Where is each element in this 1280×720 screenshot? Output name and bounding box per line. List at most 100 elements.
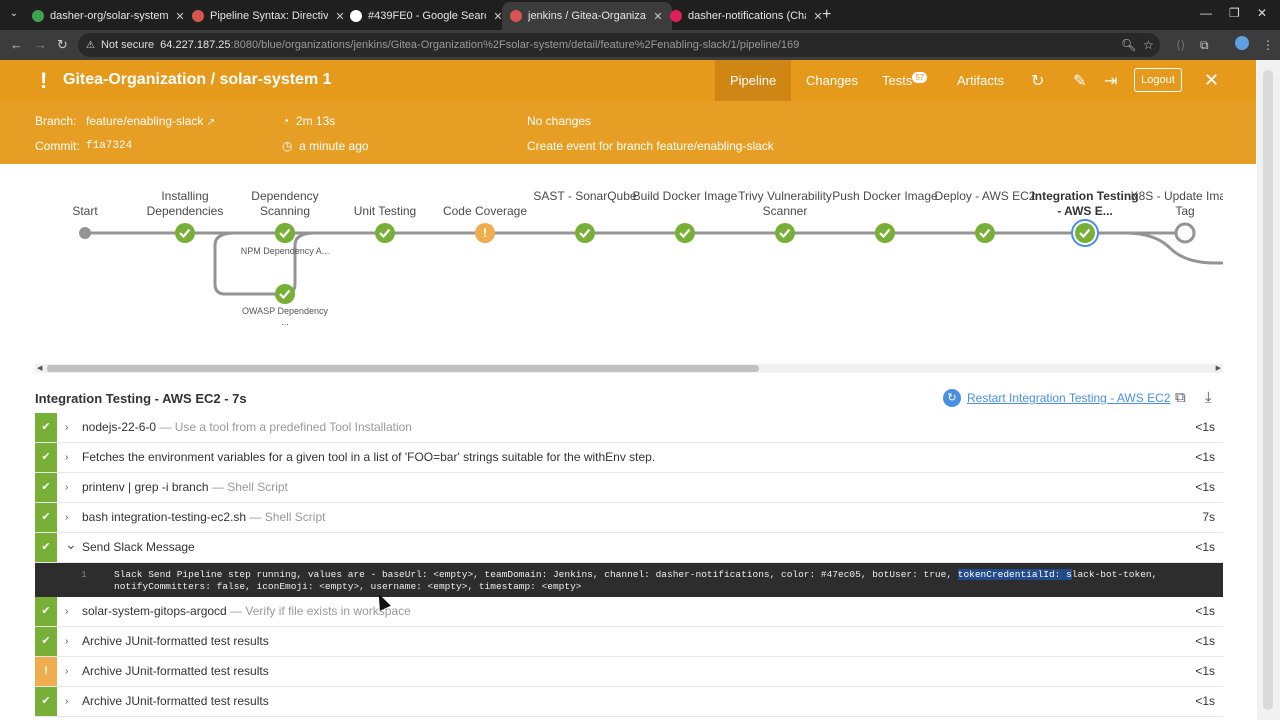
- step-name: bash integration-testing-ec2.sh — Shell …: [82, 503, 325, 532]
- edit-pencil-icon[interactable]: ✎: [1073, 71, 1086, 91]
- chevron-right-icon[interactable]: ›: [65, 657, 68, 686]
- stage-label[interactable]: Code Coverage: [430, 204, 540, 219]
- new-tab-button[interactable]: +: [822, 6, 831, 24]
- started: ◷ a minute ago: [282, 139, 369, 153]
- step-row[interactable]: ✔ › printenv | grep -i branch — Shell Scri…: [35, 473, 1223, 503]
- browser-tab[interactable]: #439FE0 - Google Search ✕: [342, 2, 512, 30]
- page-scrollbar-thumb[interactable]: [1263, 70, 1273, 710]
- branch-link[interactable]: feature/enabling-slack ↗: [86, 114, 215, 128]
- parallel-branch-label[interactable]: NPM Dependency A...: [240, 246, 330, 257]
- tests-count-badge: 57: [912, 72, 928, 83]
- run-header-top: ! Gitea-Organization / solar-system 1 Pi…: [0, 60, 1256, 101]
- stage-label[interactable]: Deploy - AWS EC2: [930, 189, 1040, 204]
- tab-tests[interactable]: Tests 57: [867, 60, 942, 101]
- step-row[interactable]: ✔ › Archive JUnit-formatted test results <1…: [35, 627, 1223, 657]
- zoom-icon[interactable]: 🔍︎: [1121, 38, 1136, 52]
- stage-label[interactable]: Unit Testing: [330, 204, 440, 219]
- step-row[interactable]: ✔ › Archive JUnit-formatted test results <1…: [35, 687, 1223, 717]
- page-scrollbar[interactable]: [1257, 60, 1280, 720]
- step-success-check-icon: ✔: [35, 473, 57, 502]
- log-selected-text: tokenCredentialId: s: [957, 569, 1072, 580]
- stage-label[interactable]: Build Docker Image: [630, 189, 740, 204]
- chevron-right-icon[interactable]: ›: [65, 443, 68, 472]
- stage-label[interactable]: Push Docker Image: [830, 189, 940, 204]
- bookmark-star-icon[interactable]: ☆: [1143, 38, 1154, 52]
- step-title: bash integration-testing-ec2.sh: [82, 510, 247, 524]
- graph-scrollbar[interactable]: ◀ ▶: [35, 364, 1223, 373]
- step-log-output: 1 Slack Send Pipeline step running, value…: [35, 563, 1223, 597]
- stage-node: [675, 223, 695, 243]
- step-row[interactable]: ✔ › nodejs-22-6-0 — Use a tool from a pred…: [35, 413, 1223, 443]
- step-unstable-warning-icon: !: [35, 657, 57, 686]
- stage-label[interactable]: Start: [35, 204, 140, 219]
- stage-label[interactable]: Trivy Vulnerability Scanner: [730, 189, 840, 219]
- profile-avatar[interactable]: [1235, 36, 1249, 50]
- restart-stage-link[interactable]: ↻ Restart Integration Testing - AWS EC2: [943, 389, 1170, 407]
- step-title: Archive JUnit-formatted test results: [82, 634, 269, 648]
- close-icon[interactable]: ✕: [1204, 70, 1219, 91]
- tab-pipeline[interactable]: Pipeline: [715, 60, 792, 101]
- not-secure-icon: ⚠: [86, 39, 95, 51]
- back-icon[interactable]: ←: [10, 37, 23, 52]
- forward-icon[interactable]: →: [34, 37, 47, 52]
- step-title: Archive JUnit-formatted test results: [82, 694, 269, 708]
- stage-label[interactable]: K8S - Update Image Tag: [1130, 189, 1223, 219]
- tab-changes[interactable]: Changes: [791, 60, 873, 101]
- tab-search-icon[interactable]: ⌄: [6, 6, 22, 22]
- stage-label[interactable]: Installing Dependencies: [130, 189, 240, 219]
- step-row[interactable]: ✔ › Fetches the environment variables for …: [35, 443, 1223, 473]
- stage-label[interactable]: SAST - SonarQube: [530, 189, 640, 204]
- tab-favicon-icon: [670, 10, 682, 22]
- graph-scrollbar-thumb[interactable]: [47, 365, 759, 372]
- step-name: Fetches the environment variables for a …: [82, 443, 655, 472]
- browser-tab[interactable]: jenkins / Gitea-Organization/so✕: [502, 2, 672, 30]
- chevron-right-icon[interactable]: ›: [65, 597, 68, 626]
- chevron-right-icon[interactable]: ›: [65, 473, 68, 502]
- classic-view-icon[interactable]: ⇥: [1104, 71, 1117, 91]
- restart-stage-label: Restart Integration Testing - AWS EC2: [967, 391, 1171, 405]
- parallel-branch-label[interactable]: OWASP Dependency ...: [240, 306, 330, 328]
- log-line-1: Slack Send Pipeline step running, values…: [114, 569, 958, 580]
- step-duration: <1s: [1195, 420, 1215, 434]
- logout-button[interactable]: Logout: [1134, 68, 1182, 92]
- url-field[interactable]: ⚠ Not secure 64.227.187.25:8080/blue/org…: [78, 33, 1160, 57]
- minimize-icon[interactable]: —: [1200, 6, 1212, 20]
- stage-node: [875, 223, 895, 243]
- close-window-icon[interactable]: ✕: [1257, 6, 1267, 20]
- step-row[interactable]: ! › Archive JUnit-formatted test results <1…: [35, 657, 1223, 687]
- extensions-puzzle-icon[interactable]: ⧉: [1200, 38, 1209, 53]
- browser-tab[interactable]: Pipeline Syntax: Directive Gene✕: [184, 2, 354, 30]
- step-row[interactable]: ✔ › bash integration-testing-ec2.sh — Shel…: [35, 503, 1223, 533]
- scroll-left-icon[interactable]: ◀: [37, 364, 42, 373]
- restore-icon[interactable]: ❐: [1229, 6, 1240, 20]
- tab-artifacts[interactable]: Artifacts: [942, 60, 1019, 101]
- chevron-right-icon[interactable]: ›: [65, 503, 68, 532]
- stage-node-warning-icon: !: [483, 226, 487, 240]
- log-line-number[interactable]: 1: [81, 569, 87, 580]
- chevron-right-icon[interactable]: ›: [65, 687, 68, 716]
- pipeline-graph: ! Start Installing Dependencies Dependency…: [35, 164, 1223, 364]
- commit-hash: f1a7324: [86, 140, 133, 152]
- step-name: nodejs-22-6-0 — Use a tool from a predef…: [82, 413, 412, 442]
- browser-tab[interactable]: dasher-org/solar-system - solar✕: [24, 2, 194, 30]
- step-row[interactable]: ✔ ⌄ Send Slack Message <1s: [35, 533, 1223, 563]
- chevron-right-icon[interactable]: ›: [65, 413, 68, 442]
- rerun-icon[interactable]: ↻: [1031, 71, 1044, 91]
- browser-menu-icon[interactable]: ⋮: [1262, 38, 1274, 52]
- download-icon[interactable]: ⤓: [1205, 389, 1212, 406]
- clock-icon: ◔: [282, 114, 290, 128]
- chevron-down-icon[interactable]: ⌄: [65, 533, 77, 555]
- scroll-right-icon[interactable]: ▶: [1216, 364, 1221, 373]
- tab-title: Pipeline Syntax: Directive Gene: [210, 10, 328, 22]
- extension-icon[interactable]: ⟨⟩: [1176, 38, 1185, 52]
- reload-icon[interactable]: ↻: [57, 37, 68, 53]
- chevron-right-icon[interactable]: ›: [65, 627, 68, 656]
- open-in-new-icon[interactable]: ⧉: [1175, 389, 1186, 406]
- step-duration: <1s: [1195, 604, 1215, 618]
- step-row[interactable]: ✔ › solar-system-gitops-argocd — Verify if…: [35, 597, 1223, 627]
- browser-tab[interactable]: dasher-notifications (Channel)✕: [662, 2, 832, 30]
- not-secure-label: Not secure: [100, 39, 155, 51]
- stage-label[interactable]: Dependency Scanning: [230, 189, 340, 219]
- stage-node: [575, 223, 595, 243]
- stage-label[interactable]: Integration Testing - AWS E...: [1030, 189, 1140, 219]
